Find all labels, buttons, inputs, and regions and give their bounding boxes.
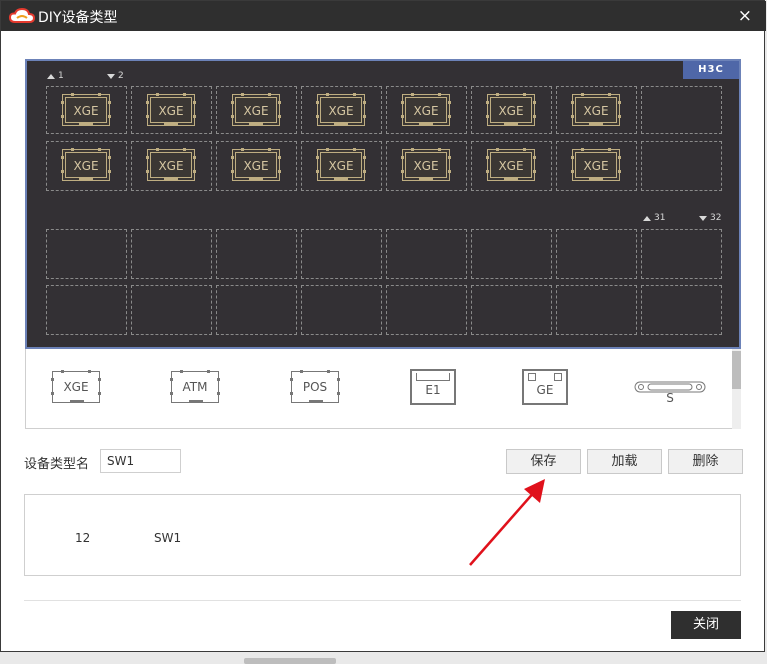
palette-pos-module[interactable]: POS (290, 370, 340, 403)
palette-serial-connector[interactable]: S (634, 379, 706, 419)
list-item[interactable]: 12 SW1 (25, 525, 740, 551)
xge-module[interactable]: XGE (231, 148, 281, 181)
chassis-slot[interactable] (131, 285, 212, 335)
xge-module[interactable]: XGE (146, 93, 196, 126)
xge-module-label: XGE (405, 152, 447, 178)
palette-serial-label: S (666, 391, 674, 405)
xge-module[interactable]: XGE (61, 148, 111, 181)
chassis-slot[interactable] (471, 285, 552, 335)
xge-module-label: XGE (405, 97, 447, 123)
chassis-slot[interactable] (556, 285, 637, 335)
xge-module[interactable]: XGE (486, 93, 536, 126)
xge-module[interactable]: XGE (571, 148, 621, 181)
chassis-slot[interactable] (641, 141, 722, 191)
xge-module-label: XGE (490, 152, 532, 178)
xge-module-label: XGE (235, 97, 277, 123)
port-label-2: 2 (107, 71, 124, 81)
xge-module-label: XGE (235, 152, 277, 178)
chassis-slot[interactable] (641, 86, 722, 134)
up-triangle-icon (47, 73, 55, 79)
xge-module[interactable]: XGE (401, 148, 451, 181)
xge-module-label: XGE (320, 152, 362, 178)
list-item-name: SW1 (154, 531, 182, 545)
palette-e1-label: E1 (425, 383, 441, 397)
chassis-slot[interactable] (386, 229, 467, 279)
xge-module[interactable]: XGE (61, 93, 111, 126)
palette-pos-label: POS (302, 380, 328, 394)
chassis-slot[interactable] (46, 285, 127, 335)
chassis-slot[interactable] (641, 285, 722, 335)
palette-ge-label: GE (536, 383, 554, 397)
diy-device-type-dialog: DIY设备类型 × H3C 1 2 31 32 XGE XGE XGE XGE XGE X… (0, 0, 766, 652)
chassis-slot[interactable] (301, 229, 382, 279)
xge-module-label: XGE (150, 97, 192, 123)
h3c-brand-badge: H3C (683, 61, 739, 79)
chassis-slot[interactable] (301, 285, 382, 335)
chassis-slot[interactable] (131, 229, 212, 279)
save-button[interactable]: 保存 (506, 449, 581, 474)
palette-atm-module[interactable]: ATM (170, 370, 220, 403)
device-type-name-label: 设备类型名 (24, 457, 90, 472)
chassis-slot[interactable] (471, 229, 552, 279)
palette-xge-module[interactable]: XGE (51, 370, 101, 403)
xge-module[interactable]: XGE (231, 93, 281, 126)
window-title: DIY设备类型 (38, 10, 118, 26)
cloud-logo-icon (9, 7, 35, 23)
port-label-32: 32 (699, 213, 721, 223)
xge-module-label: XGE (150, 152, 192, 178)
list-item-id: 12 (75, 531, 91, 545)
xge-module-label: XGE (575, 97, 617, 123)
chassis-slot[interactable] (641, 229, 722, 279)
xge-module-label: XGE (575, 152, 617, 178)
palette-xge-label: XGE (63, 380, 89, 394)
palette-e1-port[interactable]: E1 (410, 369, 456, 405)
title-bar: DIY设备类型 × (1, 1, 766, 31)
xge-module-label: XGE (490, 97, 532, 123)
xge-module-label: XGE (65, 97, 107, 123)
load-button[interactable]: 加载 (587, 449, 662, 474)
chassis-slot[interactable] (46, 229, 127, 279)
down-triangle-icon (107, 73, 115, 79)
chassis-panel[interactable]: H3C 1 2 31 32 XGE XGE XGE XGE XGE XGE XGE XGE XG… (25, 59, 741, 349)
port-label-1: 1 (47, 71, 64, 81)
chassis-slot[interactable] (216, 229, 297, 279)
xge-module[interactable]: XGE (316, 148, 366, 181)
module-palette: XGE ATM POS E1 GE S (25, 349, 741, 429)
chassis-slot[interactable] (216, 285, 297, 335)
close-button[interactable]: 关闭 (671, 611, 741, 639)
xge-module-label: XGE (65, 152, 107, 178)
up-triangle-icon (643, 215, 651, 221)
close-icon[interactable]: × (738, 6, 752, 26)
chassis-slot[interactable] (386, 285, 467, 335)
delete-button[interactable]: 删除 (668, 449, 743, 474)
palette-atm-label: ATM (182, 380, 208, 394)
xge-module[interactable]: XGE (571, 93, 621, 126)
down-triangle-icon (699, 215, 707, 221)
horizontal-scroll-thumb[interactable] (244, 658, 336, 664)
chassis-slot[interactable] (556, 229, 637, 279)
palette-ge-port[interactable]: GE (522, 369, 568, 405)
xge-module[interactable]: XGE (401, 93, 451, 126)
port-label-31: 31 (643, 213, 665, 223)
xge-module-label: XGE (320, 97, 362, 123)
xge-module[interactable]: XGE (146, 148, 196, 181)
device-type-list: 12 SW1 (24, 494, 741, 576)
xge-module[interactable]: XGE (486, 148, 536, 181)
palette-scroll-thumb[interactable] (732, 351, 741, 389)
xge-module[interactable]: XGE (316, 93, 366, 126)
footer-divider (24, 600, 741, 601)
device-type-name-input[interactable] (100, 449, 181, 473)
